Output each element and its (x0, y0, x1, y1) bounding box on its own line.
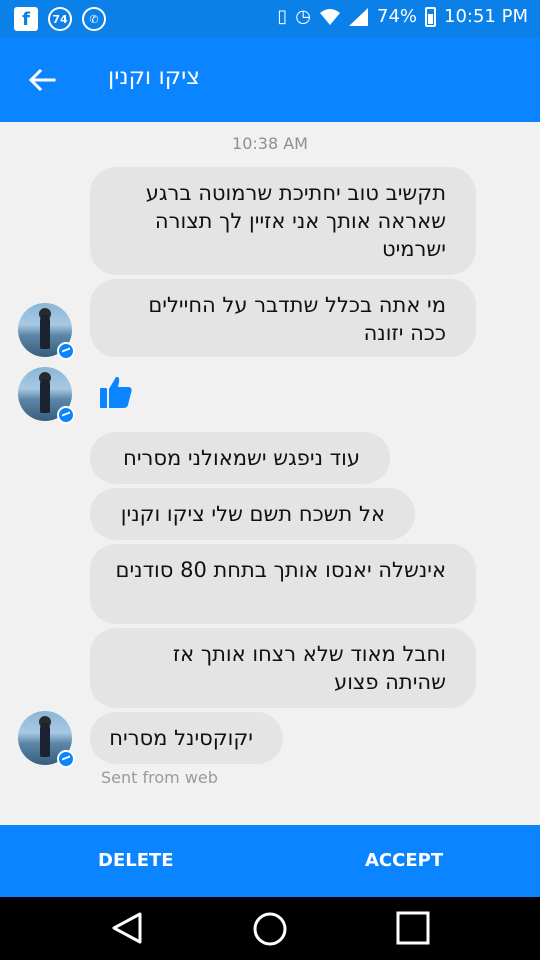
avatar[interactable] (18, 303, 75, 360)
message-thread[interactable]: 10:38 AM תקשיב טוב יחתיכת שרמוטה ברגע שא… (0, 122, 540, 825)
message-bubble[interactable]: עוד ניפגש ישמאולני מסריח (90, 432, 390, 484)
message-timestamp: 10:38 AM (232, 134, 308, 153)
message-bubble[interactable]: וחבל מאוד שלא רצחו אותך אז שהיתה פצוע (90, 628, 476, 708)
sent-from-label: Sent from web (101, 768, 218, 787)
accept-button[interactable]: ACCEPT (365, 825, 443, 897)
whatsapp-icon: ✆ (82, 7, 106, 31)
battery-icon (425, 6, 437, 27)
avatar[interactable] (18, 711, 75, 768)
back-arrow-icon[interactable] (26, 64, 58, 96)
notification-icons: f 74 ✆ (14, 7, 106, 31)
home-circle-icon[interactable] (252, 911, 288, 947)
navigation-bar (0, 897, 540, 960)
message-bubble[interactable]: אל תשכח תשם שלי ציקו וקנין (90, 488, 415, 540)
delete-button[interactable]: DELETE (98, 825, 174, 897)
system-status: ▯ ◷ 74% 10:51 PM (277, 6, 528, 27)
battery-percent: 74% (377, 6, 418, 27)
messenger-badge-icon (57, 342, 75, 360)
recents-square-icon[interactable] (396, 911, 430, 945)
vibrate-icon: ▯ (277, 6, 288, 27)
notification-count-badge: 74 (48, 7, 72, 31)
wifi-icon (320, 8, 340, 25)
message-bubble[interactable]: אינשלה יאנסו אותך בתחת 80 סודנים (90, 544, 476, 624)
facebook-icon: f (14, 7, 38, 31)
alarm-icon: ◷ (295, 6, 311, 27)
back-triangle-icon[interactable] (110, 911, 144, 945)
message-bubble[interactable]: תקשיב טוב יחתיכת שרמוטה ברגע שאראה אותך … (90, 167, 476, 275)
avatar[interactable] (18, 367, 75, 424)
conversation-title: ציקו וקנין (108, 64, 200, 90)
thumbs-up-icon[interactable] (98, 374, 134, 410)
status-bar: f 74 ✆ ▯ ◷ 74% 10:51 PM (0, 0, 540, 38)
messenger-badge-icon (57, 750, 75, 768)
message-bubble[interactable]: מי אתה בכלל שתדבר על החיילים ככה יזונה (90, 279, 476, 357)
messenger-badge-icon (57, 406, 75, 424)
message-bubble[interactable]: יקוקסינל מסריח (90, 712, 283, 764)
signal-icon (349, 7, 368, 26)
clock: 10:51 PM (444, 6, 528, 27)
app-bar: ציקו וקנין (0, 38, 540, 122)
request-actions-bar: DELETE ACCEPT (0, 825, 540, 897)
